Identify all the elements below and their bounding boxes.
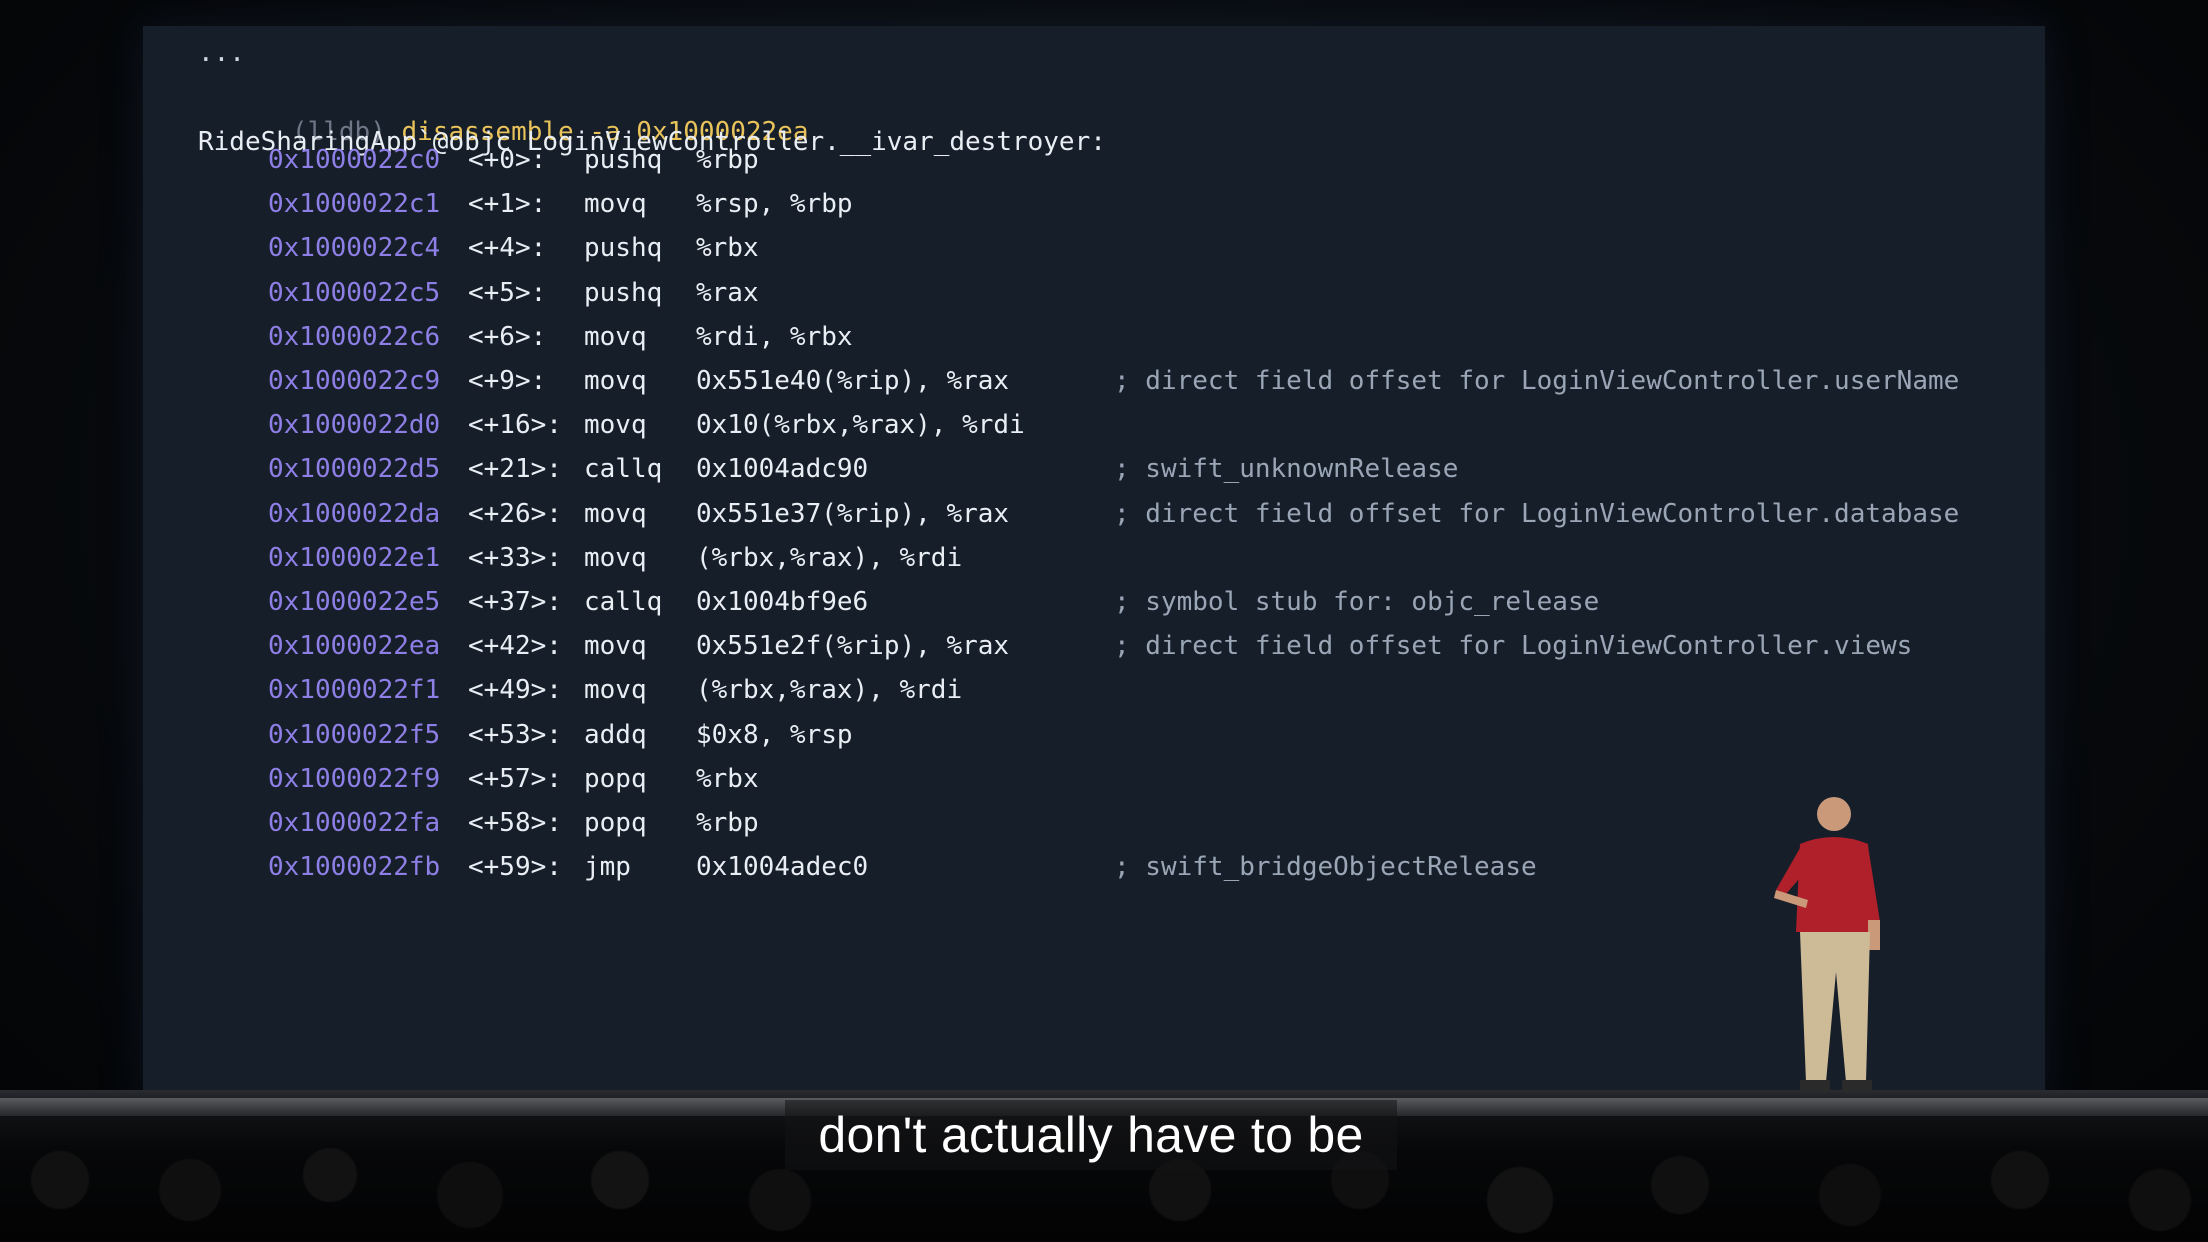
- instruction-opcode: movq: [584, 410, 647, 441]
- instruction-operands: %rdi, %rbx: [696, 321, 853, 352]
- instruction-offset: <+37>:: [468, 587, 562, 617]
- instruction-opcode: movq: [584, 631, 647, 662]
- disassembly-row: 0x1000022da <+26>: movq 0x551e37(%rip), %ra…: [268, 497, 2028, 531]
- instruction-address: 0x1000022c1: [268, 189, 441, 220]
- disassembly-row: 0x1000022d0 <+16>: movq 0x10(%rbx,%rax), %r…: [268, 408, 2028, 442]
- disassembly-row: 0x1000022e5 <+37>: callq 0x1004bf9e6 ; symbo…: [268, 585, 2028, 619]
- disassembly-row: 0x1000022e1 <+33>: movq (%rbx,%rax), %rdi: [268, 541, 2028, 575]
- instruction-opcode: addq: [584, 719, 647, 750]
- instruction-opcode: movq: [584, 675, 647, 706]
- instruction-offset: <+49>:: [468, 675, 562, 706]
- disassembly-row: 0x1000022c9 <+9>: movq 0x551e40(%rip), %rax…: [268, 364, 2028, 398]
- presenter-trousers: [1800, 932, 1870, 1082]
- instruction-operands: %rbp: [696, 808, 759, 838]
- instruction-opcode: movq: [584, 189, 647, 220]
- instruction-offset: <+4>:: [468, 233, 547, 264]
- instruction-opcode: callq: [584, 454, 663, 485]
- presenter-shirt: [1796, 837, 1874, 932]
- instruction-address: 0x1000022da: [268, 498, 441, 529]
- instruction-opcode: movq: [584, 498, 647, 529]
- instruction-operands: %rax: [696, 277, 759, 308]
- instruction-operands: $0x8, %rsp: [696, 719, 853, 750]
- instruction-comment: ; direct field offset for LoginViewContr…: [1114, 498, 1960, 529]
- instruction-address: 0x1000022c4: [268, 233, 441, 264]
- instruction-offset: <+58>:: [468, 808, 562, 838]
- instruction-offset: <+0>:: [468, 145, 547, 175]
- presenter: [1774, 797, 1880, 1092]
- instruction-offset: <+5>:: [468, 277, 547, 308]
- instruction-address: 0x1000022e5: [268, 587, 441, 617]
- instruction-offset: <+6>:: [468, 321, 547, 352]
- disassembly-row: 0x1000022c6 <+6>: movq %rdi, %rbx: [268, 320, 2028, 354]
- subtitle-caption: don't actually have to be: [785, 1100, 1397, 1170]
- instruction-opcode: jmp: [584, 852, 631, 883]
- instruction-offset: <+59>:: [468, 852, 562, 883]
- instruction-comment: ; symbol stub for: objc_release: [1114, 587, 1600, 617]
- instruction-address: 0x1000022c6: [268, 321, 441, 352]
- instruction-address: 0x1000022c5: [268, 277, 441, 308]
- instruction-opcode: movq: [584, 321, 647, 352]
- presenter-head: [1817, 797, 1851, 831]
- disassembly-row: 0x1000022c1 <+1>: movq %rsp, %rbp: [268, 187, 2028, 221]
- instruction-operands: 0x10(%rbx,%rax), %rdi: [696, 410, 1025, 441]
- instruction-address: 0x1000022f5: [268, 719, 441, 750]
- instruction-operands: 0x551e40(%rip), %rax: [696, 366, 1010, 396]
- instruction-offset: <+16>:: [468, 410, 562, 441]
- instruction-operands: 0x1004bf9e6: [696, 587, 869, 617]
- instruction-opcode: pushq: [584, 277, 663, 308]
- instruction-opcode: movq: [584, 366, 647, 396]
- instruction-operands: %rbx: [696, 233, 759, 264]
- instruction-comment: ; direct field offset for LoginViewContr…: [1114, 631, 1913, 662]
- instruction-address: 0x1000022d0: [268, 410, 441, 441]
- instruction-opcode: callq: [584, 587, 663, 617]
- instruction-offset: <+9>:: [468, 366, 547, 396]
- instruction-opcode: popq: [584, 763, 647, 794]
- disassembly-row: 0x1000022ea <+42>: movq 0x551e2f(%rip), %ra…: [268, 629, 2028, 663]
- instruction-operands: 0x551e2f(%rip), %rax: [696, 631, 1010, 662]
- instruction-operands: %rbp: [696, 145, 759, 175]
- instruction-operands: %rbx: [696, 763, 759, 794]
- instruction-offset: <+57>:: [468, 763, 562, 794]
- instruction-operands: 0x1004adec0: [696, 852, 869, 883]
- disassembly-row: 0x1000022d5 <+21>: callq 0x1004adc90 ; swift…: [268, 452, 2028, 486]
- instruction-opcode: pushq: [584, 145, 663, 175]
- terminal-ellipsis: ...: [198, 38, 245, 68]
- instruction-operands: (%rbx,%rax), %rdi: [696, 675, 963, 706]
- instruction-comment: ; direct field offset for LoginViewContr…: [1114, 366, 1960, 396]
- instruction-address: 0x1000022f1: [268, 675, 441, 706]
- instruction-offset: <+26>:: [468, 498, 562, 529]
- disassembly-row: 0x1000022f5 <+53>: addq $0x8, %rsp: [268, 718, 2028, 752]
- instruction-operands: %rsp, %rbp: [696, 189, 853, 220]
- instruction-comment: ; swift_unknownRelease: [1114, 454, 1459, 485]
- instruction-address: 0x1000022d5: [268, 454, 441, 485]
- instruction-address: 0x1000022fa: [268, 808, 441, 838]
- disassembly-row: 0x1000022c0 <+0>: pushq %rbp: [268, 143, 2028, 177]
- instruction-operands: 0x1004adc90: [696, 454, 869, 485]
- presenter-right-shoe: [1842, 1080, 1872, 1092]
- instruction-offset: <+42>:: [468, 631, 562, 662]
- disassembly-row: 0x1000022c5 <+5>: pushq %rax: [268, 276, 2028, 310]
- disassembly-row: 0x1000022f1 <+49>: movq (%rbx,%rax), %rdi: [268, 673, 2028, 707]
- instruction-offset: <+1>:: [468, 189, 547, 220]
- instruction-offset: <+21>:: [468, 454, 562, 485]
- instruction-opcode: pushq: [584, 233, 663, 264]
- disassembly-row: 0x1000022c4 <+4>: pushq %rbx: [268, 231, 2028, 265]
- presenter-left-shoe: [1800, 1080, 1830, 1092]
- instruction-address: 0x1000022e1: [268, 542, 441, 573]
- instruction-operands: (%rbx,%rax), %rdi: [696, 542, 963, 573]
- instruction-offset: <+53>:: [468, 719, 562, 750]
- instruction-opcode: movq: [584, 542, 647, 573]
- instruction-address: 0x1000022f9: [268, 763, 441, 794]
- instruction-offset: <+33>:: [468, 542, 562, 573]
- instruction-opcode: popq: [584, 808, 647, 838]
- instruction-comment: ; swift_bridgeObjectRelease: [1114, 852, 1537, 883]
- instruction-address: 0x1000022c0: [268, 145, 441, 175]
- instruction-address: 0x1000022c9: [268, 366, 441, 396]
- instruction-address: 0x1000022fb: [268, 852, 441, 883]
- instruction-operands: 0x551e37(%rip), %rax: [696, 498, 1010, 529]
- instruction-address: 0x1000022ea: [268, 631, 441, 662]
